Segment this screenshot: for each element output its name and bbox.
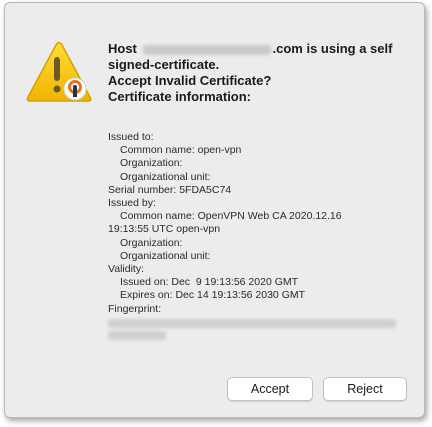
- validity-label: Validity:: [108, 263, 144, 276]
- issued-to-label: Issued to:: [108, 131, 154, 143]
- issued-by-org-unit: Organizational unit:: [120, 249, 211, 262]
- heading-question: Accept Invalid Certificate?: [108, 73, 272, 88]
- expires-on: Expires on: Dec 14 19:13:56 2030 GMT: [120, 289, 306, 302]
- warning-lock-icon: [26, 41, 92, 102]
- heading-info-title: Certificate information:: [108, 89, 252, 104]
- redacted-fingerprint-line-1: [108, 318, 396, 328]
- issued-by-common-name: Common name: OpenVPN Web CA 2020.12.16: [120, 210, 342, 223]
- certificate-dialog: Host .com is using a self signed-certifi…: [4, 2, 425, 418]
- issued-on: Issued on: Dec 9 19:13:56 2020 GMT: [120, 276, 299, 289]
- issued-to-common-name: Common name: open-vpn: [120, 144, 242, 157]
- fingerprint-label: Fingerprint:: [108, 302, 162, 315]
- issued-to-org-unit: Organizational unit:: [120, 170, 211, 183]
- dialog-heading: Host .com is using a self signed-certifi…: [108, 41, 408, 105]
- issued-by-common-name-cont: 19:13:55 UTC open-vpn: [108, 223, 221, 236]
- issued-by-organization: Organization:: [120, 236, 183, 249]
- issued-by-label: Issued by:: [108, 197, 156, 210]
- certificate-details: Issued to: Common name: open-vpn Organiz…: [108, 131, 408, 340]
- serial-number: Serial number: 5FDA5C74: [108, 183, 232, 196]
- reject-button[interactable]: Reject: [323, 377, 407, 401]
- redacted-fingerprint-line-2: [108, 330, 166, 340]
- redacted-hostname: [142, 44, 271, 55]
- heading-host-prefix: Host: [108, 41, 137, 56]
- issued-to-organization: Organization:: [120, 157, 183, 170]
- accept-button[interactable]: Accept: [227, 377, 313, 401]
